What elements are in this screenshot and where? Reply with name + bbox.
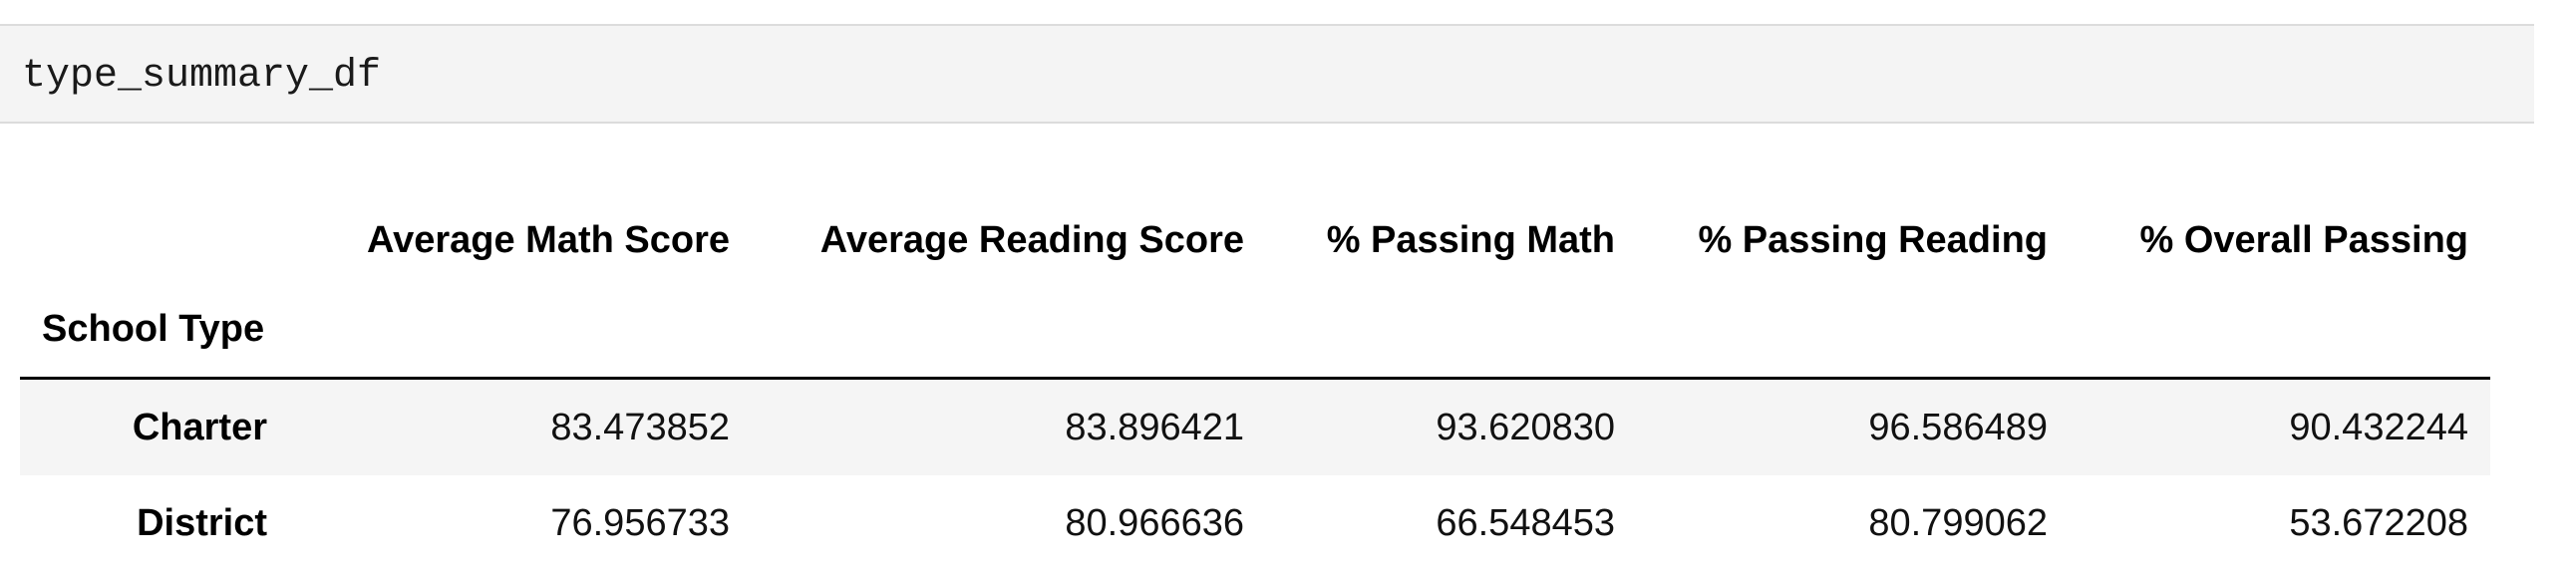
row-index-label: District bbox=[137, 501, 267, 544]
blank-corner-cell bbox=[20, 199, 289, 281]
row-index-label: Charter bbox=[132, 406, 267, 448]
table-row: District 76.956733 80.966636 66.548453 8… bbox=[20, 475, 2490, 571]
table-cell: 96.586489 bbox=[1868, 406, 2048, 448]
column-header: Average Reading Score bbox=[819, 218, 1244, 261]
code-cell-source: type_summary_df bbox=[22, 54, 382, 99]
blank-header-cell bbox=[1266, 281, 1637, 380]
table-cell: 53.672208 bbox=[2289, 501, 2468, 544]
column-header: % Passing Reading bbox=[1698, 218, 2048, 261]
index-name-header: School Type bbox=[20, 281, 289, 380]
table-cell: 76.956733 bbox=[550, 501, 730, 544]
table-cell: 80.966636 bbox=[1065, 501, 1244, 544]
column-header-row: Average Math Score Average Reading Score… bbox=[20, 199, 2490, 281]
column-header: Average Math Score bbox=[367, 218, 730, 261]
table-cell: 93.620830 bbox=[1436, 406, 1615, 448]
blank-header-cell bbox=[752, 281, 1266, 380]
blank-header-cell bbox=[2070, 281, 2490, 380]
table-cell: 83.473852 bbox=[550, 406, 730, 448]
code-cell-input[interactable]: type_summary_df bbox=[0, 24, 2534, 124]
table-row: Charter 83.473852 83.896421 93.620830 96… bbox=[20, 378, 2490, 475]
table-cell: 83.896421 bbox=[1065, 406, 1244, 448]
column-header: % Passing Math bbox=[1326, 218, 1615, 261]
table-cell: 80.799062 bbox=[1868, 501, 2048, 544]
blank-header-cell bbox=[289, 281, 752, 380]
table-cell: 90.432244 bbox=[2289, 406, 2468, 448]
column-header: % Overall Passing bbox=[2139, 218, 2469, 261]
dataframe-output-table: Average Math Score Average Reading Score… bbox=[20, 199, 2490, 571]
table-cell: 66.548453 bbox=[1436, 501, 1615, 544]
blank-header-cell bbox=[1637, 281, 2070, 380]
index-name-row: School Type bbox=[20, 281, 2490, 380]
